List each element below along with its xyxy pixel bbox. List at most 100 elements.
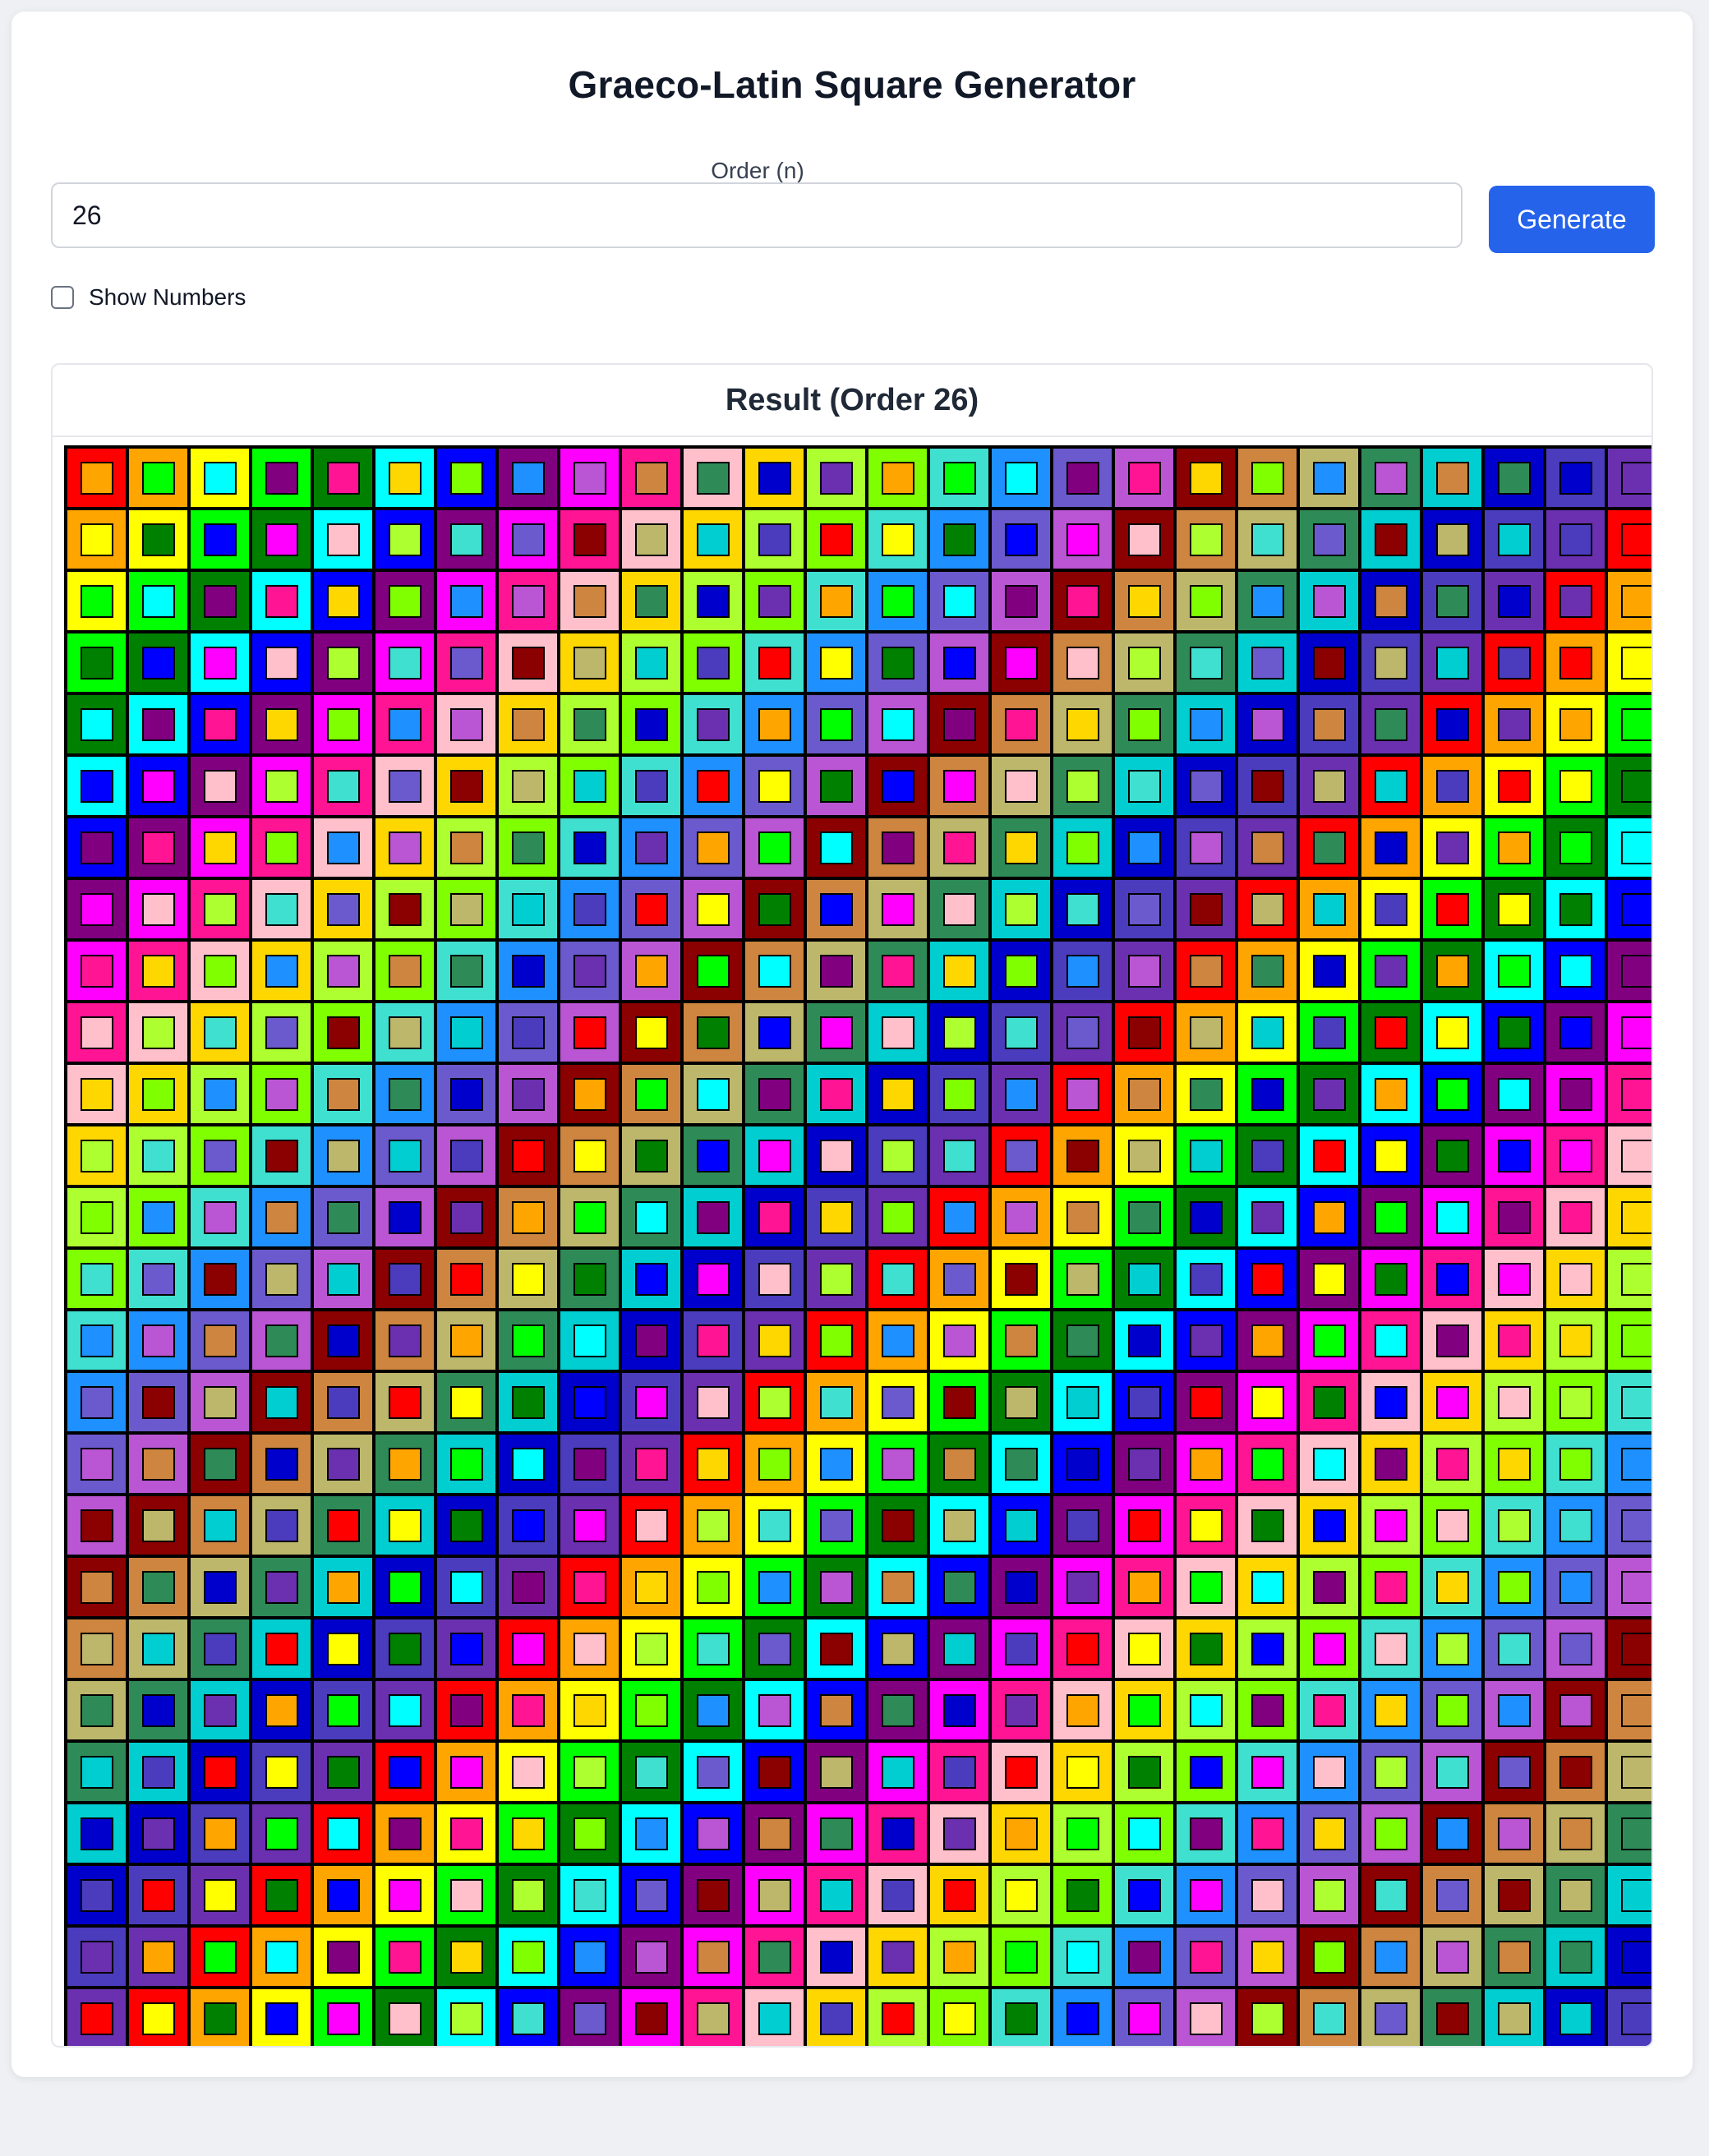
grid-cell — [559, 1186, 620, 1248]
grid-cell — [1113, 1371, 1175, 1433]
grid-cell — [1298, 1495, 1360, 1556]
grid-cell-inner-square — [1620, 1447, 1651, 1481]
grid-cell — [374, 1618, 435, 1679]
grid-cell — [990, 1248, 1052, 1310]
grid-cell-inner-square — [1127, 1509, 1161, 1542]
grid-cell-inner-square — [1066, 2002, 1099, 2035]
grid-cell-inner-square — [265, 1878, 298, 1912]
grid-cell — [1052, 632, 1113, 693]
grid-cell — [66, 878, 127, 940]
grid-cell — [928, 1495, 990, 1556]
grid-cell-inner-square — [449, 1940, 483, 1974]
grid-cell — [435, 693, 497, 755]
grid-cell-inner-square — [203, 831, 237, 864]
grid-cell-inner-square — [1127, 1570, 1161, 1604]
grid-cell — [435, 632, 497, 693]
grid-cell-inner-square — [141, 584, 175, 618]
grid-cell-inner-square — [1435, 1262, 1469, 1296]
grid-cell — [1606, 1556, 1651, 1618]
grid-cell — [559, 1063, 620, 1125]
grid-cell-inner-square — [511, 2002, 545, 2035]
grid-cell — [127, 817, 189, 878]
generate-button[interactable]: Generate — [1489, 186, 1655, 253]
grid-cell-inner-square — [819, 707, 853, 741]
grid-cell — [497, 1186, 559, 1248]
grid-cell-inner-square — [1620, 1940, 1651, 1974]
grid-cell-inner-square — [265, 1447, 298, 1481]
grid-cell-inner-square — [1497, 769, 1531, 803]
grid-cell-inner-square — [141, 1262, 175, 1296]
grid-cell-inner-square — [758, 1200, 791, 1234]
grid-cell — [682, 1864, 744, 1926]
grid-cell-inner-square — [265, 1200, 298, 1234]
grid-cell-inner-square — [573, 1016, 606, 1049]
grid-cell-inner-square — [1620, 1817, 1651, 1850]
show-numbers-checkbox[interactable] — [51, 286, 74, 309]
grid-cell — [127, 1679, 189, 1741]
grid-cell — [1113, 1125, 1175, 1186]
grid-cell — [1483, 817, 1545, 878]
grid-cell — [1360, 1864, 1421, 1926]
grid-cell-inner-square — [449, 1570, 483, 1604]
grid-cell-inner-square — [203, 1940, 237, 1974]
grid-cell-inner-square — [1435, 1447, 1469, 1481]
grid-cell-inner-square — [1004, 1693, 1038, 1727]
grid-cell-inner-square — [573, 1324, 606, 1357]
grid-cell-inner-square — [388, 523, 421, 556]
grid-cell — [374, 1371, 435, 1433]
grid-cell-inner-square — [449, 1878, 483, 1912]
grid-cell-inner-square — [696, 1817, 730, 1850]
grid-cell — [928, 447, 990, 509]
show-numbers-row[interactable]: Show Numbers — [51, 283, 246, 312]
grid-cell-inner-square — [1312, 1755, 1346, 1789]
grid-cell — [1175, 1864, 1237, 1926]
grid-cell-inner-square — [881, 892, 914, 926]
grid-cell — [312, 1248, 374, 1310]
grid-cell — [497, 940, 559, 1002]
grid-cell-inner-square — [1620, 831, 1651, 864]
grid-cell — [1421, 570, 1483, 632]
grid-cell — [928, 1988, 990, 2046]
grid-cell-inner-square — [388, 707, 421, 741]
grid-cell — [1298, 1926, 1360, 1988]
grid-cell — [1113, 1926, 1175, 1988]
grid-cell-inner-square — [881, 1817, 914, 1850]
grid-cell-inner-square — [1435, 461, 1469, 495]
grid-cell-inner-square — [449, 1385, 483, 1419]
grid-cell — [682, 1433, 744, 1495]
grid-cell-inner-square — [819, 1570, 853, 1604]
grid-cell — [805, 1002, 867, 1063]
grid-cell — [928, 817, 990, 878]
grid-cell — [1298, 817, 1360, 878]
grid-cell — [1606, 1433, 1651, 1495]
grid-cell-inner-square — [1004, 1447, 1038, 1481]
grid-cell-inner-square — [1620, 523, 1651, 556]
grid-cell-inner-square — [141, 1139, 175, 1172]
result-panel: Result (Order 26) — [51, 363, 1653, 2048]
grid-cell — [867, 940, 928, 1002]
grid-cell — [374, 1002, 435, 1063]
grid-cell — [744, 1063, 805, 1125]
grid-cell-inner-square — [1620, 1077, 1651, 1111]
grid-cell-inner-square — [203, 1509, 237, 1542]
order-input[interactable] — [51, 182, 1463, 248]
grid-cell-inner-square — [388, 1755, 421, 1789]
grid-cell-inner-square — [1066, 1385, 1099, 1419]
grid-cell — [990, 1741, 1052, 1803]
grid-cell-inner-square — [758, 1016, 791, 1049]
grid-cell — [127, 1803, 189, 1864]
grid-cell-inner-square — [326, 707, 360, 741]
grid-cell — [1052, 1864, 1113, 1926]
grid-cell — [1113, 1433, 1175, 1495]
grid-cell — [435, 1002, 497, 1063]
grid-cell — [928, 1864, 990, 1926]
grid-cell-inner-square — [265, 1817, 298, 1850]
grid-cell — [1545, 940, 1606, 1002]
grid-cell — [559, 1556, 620, 1618]
grid-cell-inner-square — [1251, 1077, 1284, 1111]
grid-cell-inner-square — [819, 461, 853, 495]
grid-cell — [620, 1679, 682, 1741]
grid-cell-inner-square — [1497, 646, 1531, 680]
grid-cell-inner-square — [1435, 1817, 1469, 1850]
grid-cell — [1483, 1495, 1545, 1556]
